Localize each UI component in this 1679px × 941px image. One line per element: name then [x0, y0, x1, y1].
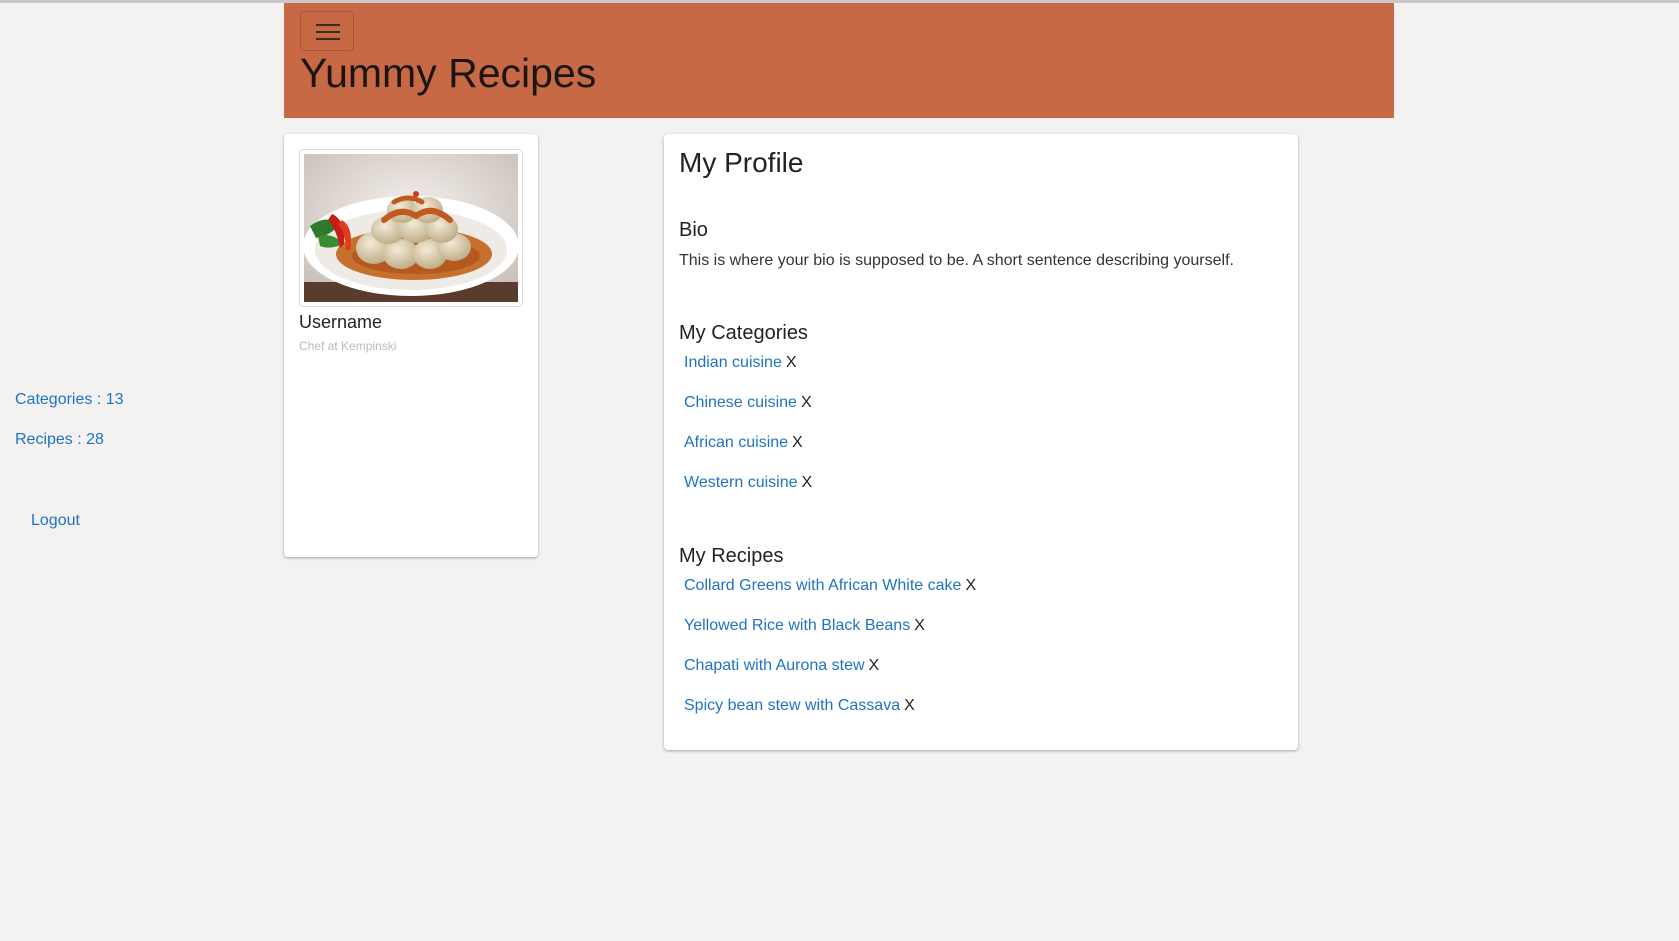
app-header: Yummy Recipes	[284, 3, 1394, 118]
app-title: Yummy Recipes	[300, 50, 597, 96]
profile-main-card: My Profile Bio This is where your bio is…	[664, 134, 1298, 750]
categories-list: Indian cuisine X Chinese cuisine X African…	[684, 353, 812, 513]
category-item: African cuisine X	[684, 433, 812, 473]
category-link-western[interactable]: Western cuisine	[684, 474, 798, 491]
avatar	[299, 149, 523, 307]
profile-role: Chef at Kempinski	[299, 339, 397, 353]
dumplings-dish-image	[304, 154, 518, 302]
remove-category-button[interactable]: X	[792, 434, 803, 451]
categories-heading: My Categories	[679, 322, 808, 344]
recipe-link-chapati[interactable]: Chapati with Aurona stew	[684, 657, 865, 674]
category-link-african[interactable]: African cuisine	[684, 434, 788, 451]
page-title: My Profile	[679, 147, 804, 178]
bio-heading: Bio	[679, 219, 708, 241]
menu-toggle-button[interactable]	[300, 11, 354, 51]
category-item: Chinese cuisine X	[684, 393, 812, 433]
recipe-item: Chapati with Aurona stew X	[684, 656, 976, 696]
category-item: Indian cuisine X	[684, 353, 812, 393]
profile-card: Username Chef at Kempinski	[284, 134, 538, 557]
recipe-link-collard-greens[interactable]: Collard Greens with African White cake	[684, 577, 961, 594]
recipes-list: Collard Greens with African White cake X …	[684, 576, 976, 736]
category-link-indian[interactable]: Indian cuisine	[684, 354, 782, 371]
bio-text: This is where your bio is supposed to be…	[679, 252, 1234, 269]
remove-recipe-button[interactable]: X	[914, 617, 925, 634]
remove-category-button[interactable]: X	[802, 474, 813, 491]
profile-username: Username	[299, 312, 383, 332]
recipes-heading: My Recipes	[679, 545, 784, 567]
recipe-link-spicy-bean-stew[interactable]: Spicy bean stew with Cassava	[684, 697, 900, 714]
remove-recipe-button[interactable]: X	[904, 697, 915, 714]
remove-recipe-button[interactable]: X	[869, 657, 880, 674]
remove-category-button[interactable]: X	[801, 394, 812, 411]
remove-recipe-button[interactable]: X	[965, 577, 976, 594]
recipe-link-yellowed-rice[interactable]: Yellowed Rice with Black Beans	[684, 617, 910, 634]
recipes-count-link[interactable]: Recipes : 28	[15, 431, 104, 449]
recipe-item: Yellowed Rice with Black Beans X	[684, 616, 976, 656]
hamburger-menu-icon	[316, 24, 340, 40]
categories-count-link[interactable]: Categories : 13	[15, 391, 124, 409]
remove-category-button[interactable]: X	[786, 354, 797, 371]
recipe-item: Spicy bean stew with Cassava X	[684, 696, 976, 736]
category-link-chinese[interactable]: Chinese cuisine	[684, 394, 797, 411]
category-item: Western cuisine X	[684, 473, 812, 513]
logout-link[interactable]: Logout	[31, 512, 80, 530]
recipe-item: Collard Greens with African White cake X	[684, 576, 976, 616]
